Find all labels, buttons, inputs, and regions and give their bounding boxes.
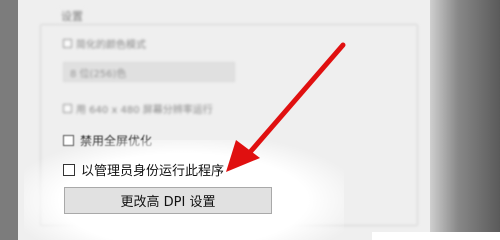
bottom-white-strip bbox=[372, 232, 500, 240]
arrow-shaft bbox=[242, 42, 346, 161]
screenshot-stage: 设置 简化的颜色模式 8 位(256)色 用 640 x 480 屏幕分辨率运行… bbox=[0, 0, 500, 240]
red-arrow-icon bbox=[226, 42, 346, 172]
